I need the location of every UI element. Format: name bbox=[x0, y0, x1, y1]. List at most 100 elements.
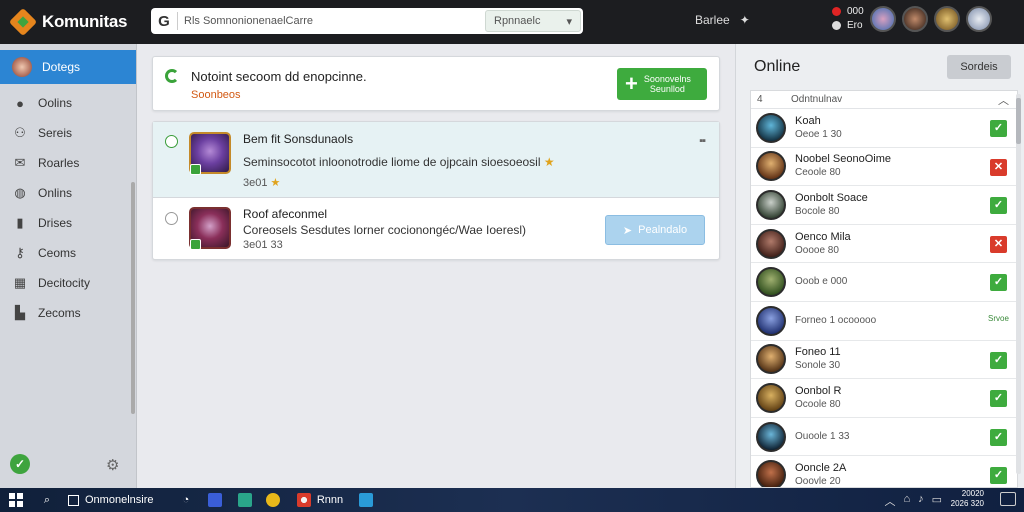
taskbar-app-3[interactable] bbox=[258, 488, 288, 512]
person-info: Ooob e 000 bbox=[795, 275, 847, 289]
check-icon[interactable]: ✓ bbox=[990, 390, 1007, 408]
search-bar[interactable]: G Rpnnaelc ▾ bbox=[151, 8, 583, 34]
taskbar-app-5[interactable] bbox=[352, 488, 380, 512]
taskbar: ⌕ Onmonelnsire ◔ Rnnn ︿ ⌂ ♪ ▭ 20020 2026… bbox=[0, 488, 1024, 512]
avatar[interactable] bbox=[965, 6, 992, 32]
clock[interactable]: 20020 2026 320 bbox=[951, 489, 984, 509]
sidebar-item-label: Drises bbox=[38, 216, 73, 230]
person-name[interactable]: Oonbol R bbox=[795, 384, 841, 398]
sidebar-item-onlins[interactable]: ◍ Onlins bbox=[0, 178, 136, 208]
sidebar-item-oolins[interactable]: ● Oolins bbox=[0, 88, 136, 118]
radio-button[interactable] bbox=[165, 135, 178, 148]
avatar[interactable] bbox=[756, 421, 786, 452]
sidebar-item-dotegs[interactable]: Dotegs bbox=[0, 50, 136, 84]
sidebar-item-drises[interactable]: ▮ Drises bbox=[0, 208, 136, 238]
notification-counter[interactable]: 000 Ero bbox=[832, 5, 864, 33]
online-person-row[interactable]: Ouoole 1 33 ✓ bbox=[751, 418, 1017, 457]
avatar[interactable] bbox=[933, 6, 960, 32]
online-person-row[interactable]: Noobel SeonoOime Ceoole 80 ✕ bbox=[751, 148, 1017, 187]
avatar[interactable] bbox=[756, 267, 786, 298]
check-icon[interactable]: ✓ bbox=[990, 351, 1007, 369]
cross-icon[interactable]: ✕ bbox=[990, 158, 1007, 176]
sidebar-item-sereis[interactable]: ⚇ Sereis bbox=[0, 118, 136, 148]
check-icon[interactable]: ✓ bbox=[990, 120, 1007, 137]
notice-subtitle[interactable]: Soonbeos bbox=[191, 89, 241, 101]
person-name[interactable]: Oenco Mila bbox=[795, 230, 851, 244]
post-action-label: Pealndalo bbox=[638, 224, 688, 236]
more-options-icon[interactable]: ▪▪ bbox=[699, 135, 706, 147]
online-person-row[interactable]: Ooob e 000 ✓ bbox=[751, 263, 1017, 302]
avatar[interactable] bbox=[756, 305, 786, 336]
sidebar-item-roarles[interactable]: ✉ Roarles bbox=[0, 148, 136, 178]
app-brand[interactable]: Komunitas bbox=[0, 7, 137, 37]
taskbar-app-1[interactable] bbox=[198, 488, 232, 512]
top-menu-label[interactable]: Barlee bbox=[695, 13, 730, 27]
person-name[interactable]: Oonbolt Soace bbox=[795, 191, 868, 205]
person-name[interactable]: Foneo 11 bbox=[795, 345, 841, 359]
post-action-button[interactable]: ➤ Pealndalo bbox=[605, 215, 705, 245]
notice-add-button[interactable]: + Soonovelns Seunllod bbox=[617, 68, 707, 100]
avatar[interactable] bbox=[869, 6, 896, 32]
volume-icon[interactable]: ♪ bbox=[918, 493, 924, 509]
top-menu: Barlee ✦ bbox=[695, 13, 750, 27]
online-person-row[interactable]: Koah Oeoe 1 30 ✓ bbox=[751, 109, 1017, 148]
online-person-row[interactable]: Oenco Mila Ooooe 80 ✕ bbox=[751, 225, 1017, 264]
person-name[interactable]: Noobel SeonoOime bbox=[795, 152, 891, 166]
taskbar-search-icon[interactable]: ⌕ bbox=[32, 488, 62, 512]
avatar[interactable] bbox=[756, 189, 786, 220]
post-meta: 3e01 ★ bbox=[243, 177, 281, 189]
sidebar-scrollbar[interactable] bbox=[131, 182, 135, 414]
sidebar-item-ceoms[interactable]: ⚷ Ceoms bbox=[0, 238, 136, 268]
search-filter-select[interactable]: Rpnnaelc ▾ bbox=[485, 10, 581, 32]
online-person-row[interactable]: Oonbol R Ocoole 80 ✓ bbox=[751, 379, 1017, 418]
status-ok-icon[interactable]: ✓ bbox=[10, 454, 30, 474]
search-input[interactable] bbox=[184, 11, 485, 31]
check-icon[interactable]: ✓ bbox=[990, 197, 1007, 215]
taskbar-app-browser[interactable]: Rnnn bbox=[288, 488, 352, 512]
radio-button[interactable] bbox=[165, 212, 178, 225]
person-info: Ouoole 1 33 bbox=[795, 430, 850, 444]
avatar[interactable] bbox=[756, 228, 786, 259]
list-item[interactable]: Roof afeconmel Coreosels Sesdutes lorner… bbox=[153, 199, 719, 259]
sidebar-item-zecoms[interactable]: ▙ Zecoms bbox=[0, 298, 136, 328]
settings-icon[interactable]: ⚙ bbox=[106, 456, 119, 474]
check-icon[interactable]: ✓ bbox=[990, 467, 1007, 485]
scrollbar-thumb[interactable] bbox=[1016, 98, 1021, 144]
check-icon[interactable]: ✓ bbox=[990, 274, 1007, 292]
avatar[interactable] bbox=[756, 460, 786, 487]
post-title[interactable]: Bem fit Sonsdunaols bbox=[243, 132, 353, 146]
online-person-row[interactable]: Foneo 11 Sonole 30 ✓ bbox=[751, 341, 1017, 380]
pin-icon[interactable]: ✦ bbox=[740, 13, 750, 27]
cross-icon[interactable]: ✕ bbox=[990, 235, 1007, 253]
sidebar-item-decitocity[interactable]: ▦ Decitocity bbox=[0, 268, 136, 298]
avatar[interactable] bbox=[756, 151, 786, 182]
online-panel-button[interactable]: Sordeis bbox=[947, 55, 1011, 79]
avatar[interactable] bbox=[756, 112, 786, 143]
check-icon[interactable]: ✓ bbox=[990, 428, 1007, 446]
chart-icon: ▙ bbox=[15, 305, 25, 320]
post-title[interactable]: Roof afeconmel bbox=[243, 207, 327, 221]
action-center-icon[interactable] bbox=[1000, 492, 1016, 506]
person-name[interactable]: Koah bbox=[795, 114, 842, 128]
person-name[interactable]: Ooncle 2A bbox=[795, 461, 846, 475]
search-divider bbox=[177, 12, 178, 30]
taskbar-app-2[interactable] bbox=[232, 488, 258, 512]
network-icon[interactable]: ⌂ bbox=[903, 493, 910, 509]
online-person-row[interactable]: Oonbolt Soace Bocole 80 ✓ bbox=[751, 186, 1017, 225]
task-view-icon[interactable]: ◔ bbox=[174, 488, 198, 512]
battery-icon[interactable]: ▭ bbox=[932, 493, 942, 509]
online-person-row[interactable]: Ooncle 2A Ooovle 20 ✓ bbox=[751, 456, 1017, 487]
avatar[interactable] bbox=[756, 344, 786, 375]
message-dot-icon bbox=[832, 20, 841, 30]
sidebar: Dotegs ● Oolins ⚇ Sereis ✉ Roarles ◍ Onl… bbox=[0, 44, 137, 488]
taskbar-search-box[interactable]: Onmonelnsire bbox=[62, 488, 174, 512]
chevron-up-icon[interactable]: ︿ bbox=[884, 493, 895, 509]
message-count: Ero bbox=[847, 20, 863, 31]
online-person-row[interactable]: Forneo 1 ocooooo Srvoe bbox=[751, 302, 1017, 341]
online-panel-scrollbar[interactable] bbox=[1016, 94, 1021, 474]
start-button[interactable] bbox=[0, 488, 32, 512]
chevron-up-icon[interactable]: ︿ bbox=[998, 92, 1009, 108]
list-item[interactable]: Bem fit Sonsdunaols Seminsocotot inloono… bbox=[153, 122, 719, 198]
avatar[interactable] bbox=[901, 6, 928, 32]
avatar[interactable] bbox=[756, 382, 786, 413]
